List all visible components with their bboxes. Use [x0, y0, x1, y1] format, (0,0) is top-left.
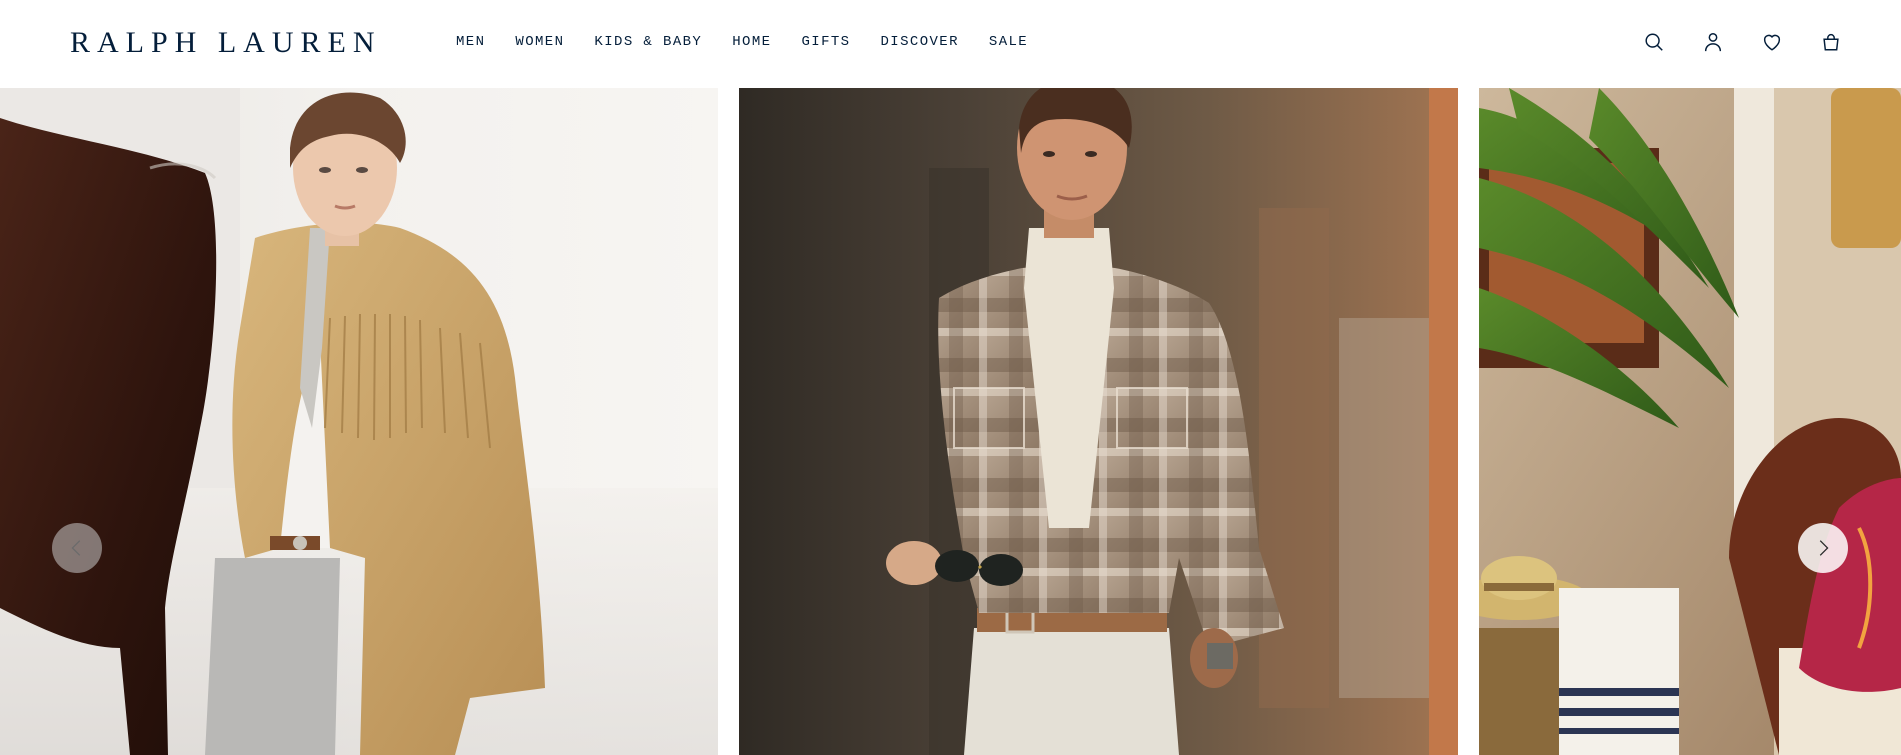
nav-item-sale[interactable]: SALE: [989, 33, 1028, 51]
carousel-slide-3[interactable]: [1479, 88, 1901, 755]
carousel-prev-button[interactable]: [52, 523, 102, 573]
nav-item-women[interactable]: WOMEN: [515, 33, 564, 51]
shopping-bag-icon: [1823, 34, 1839, 51]
account-icon: [1704, 33, 1722, 52]
site-header: RALPH LAUREN MEN WOMEN KIDS & BABY HOME …: [0, 0, 1901, 88]
nav-item-men[interactable]: MEN: [456, 33, 485, 51]
carousel-next-button[interactable]: [1798, 523, 1848, 573]
chevron-left-icon: [71, 540, 81, 556]
search-icon: [1645, 33, 1663, 51]
hero-carousel: [0, 88, 1901, 755]
slide-1-image: [0, 88, 718, 755]
nav-item-home[interactable]: HOME: [732, 33, 771, 51]
carousel-slide-1[interactable]: [0, 88, 718, 755]
wishlist-heart-icon: [1763, 34, 1781, 51]
shopping-bag-button[interactable]: [1819, 29, 1843, 55]
slide-2-image: [739, 88, 1458, 755]
slide-3-image: [1479, 88, 1901, 755]
ralph-lauren-logo[interactable]: RALPH LAUREN: [70, 26, 382, 60]
utility-icons: [1642, 29, 1843, 55]
wishlist-button[interactable]: [1760, 29, 1784, 55]
carousel-slide-2[interactable]: [739, 88, 1458, 755]
account-button[interactable]: [1701, 29, 1725, 55]
chevron-right-icon: [1819, 540, 1829, 556]
nav-item-discover[interactable]: DISCOVER: [880, 33, 958, 51]
nav-item-kids-baby[interactable]: KIDS & BABY: [594, 33, 702, 51]
nav-item-gifts[interactable]: GIFTS: [801, 33, 850, 51]
main-nav: MEN WOMEN KIDS & BABY HOME GIFTS DISCOVE…: [456, 33, 1058, 51]
search-button[interactable]: [1642, 29, 1666, 55]
